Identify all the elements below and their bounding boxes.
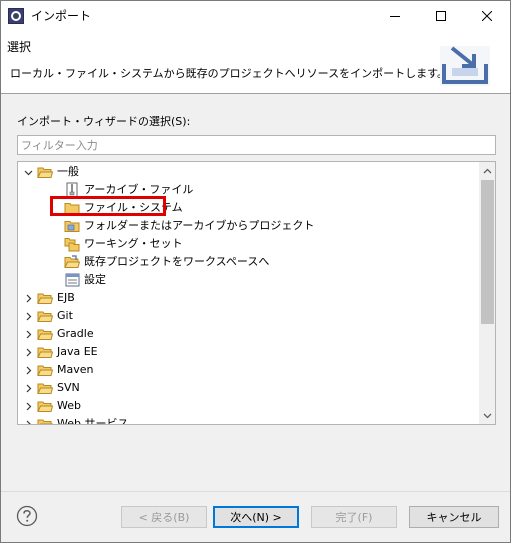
tree-item-gradle[interactable]: Gradle <box>22 325 94 343</box>
wizard-tree[interactable]: 一般 アーカイブ・ファイル ファイル・システム フォルダーまたはアーカイブからプ… <box>17 161 496 425</box>
tree-label: Gradle <box>57 327 94 340</box>
chevron-down-icon[interactable] <box>22 166 34 178</box>
scroll-up-button[interactable] <box>479 162 495 179</box>
cancel-button[interactable]: キャンセル <box>409 506 499 528</box>
back-button[interactable]: < 戻る(B) <box>121 506 207 528</box>
minimize-button[interactable] <box>372 1 418 31</box>
tree-label: 既存プロジェクトをワークスペースへ <box>84 255 270 268</box>
tree-label: SVN <box>57 381 80 394</box>
working-set-icon <box>64 236 80 252</box>
chevron-right-icon[interactable] <box>22 382 34 394</box>
folder-icon <box>37 380 53 396</box>
tree-label: アーカイブ・ファイル <box>84 183 194 196</box>
footer-separator <box>1 491 510 492</box>
maximize-button[interactable] <box>418 1 464 31</box>
highlight-box <box>50 196 166 216</box>
scroll-thumb[interactable] <box>481 180 494 324</box>
banner-title: 選択 <box>7 40 32 54</box>
tree-label: EJB <box>57 291 75 304</box>
chevron-right-icon[interactable] <box>22 310 34 322</box>
chevron-right-icon[interactable] <box>22 346 34 358</box>
tree-item-web[interactable]: Web <box>22 397 81 415</box>
close-button[interactable] <box>464 1 510 31</box>
import-wizard-icon <box>440 46 490 86</box>
tree-item-preferences[interactable]: 設定 <box>61 271 106 289</box>
import-dialog: インポート 選択 ローカル・ファイル・システムから既存のプロジェクトへリソースを… <box>0 0 511 543</box>
tree-item-maven[interactable]: Maven <box>22 361 93 379</box>
tree-label: Web サービス <box>57 417 129 425</box>
title-bar: インポート <box>1 1 510 31</box>
filter-input[interactable] <box>17 135 496 155</box>
tree-item-java-ee[interactable]: Java EE <box>22 343 98 361</box>
preferences-icon <box>64 272 80 288</box>
tree-item-ejb[interactable]: EJB <box>22 289 75 307</box>
tree-label: フォルダーまたはアーカイブからプロジェクト <box>84 219 315 232</box>
help-icon[interactable] <box>16 505 38 527</box>
chevron-right-icon[interactable] <box>22 328 34 340</box>
chevron-right-icon[interactable] <box>22 418 34 424</box>
banner-description: ローカル・ファイル・システムから既存のプロジェクトへリソースをインポートします。 <box>10 67 449 80</box>
folder-icon <box>37 308 53 324</box>
chevron-right-icon[interactable] <box>22 400 34 412</box>
folder-icon <box>37 344 53 360</box>
project-folder-icon <box>64 218 80 234</box>
tree-scrollbar[interactable] <box>479 162 495 424</box>
tree-item-git[interactable]: Git <box>22 307 73 325</box>
folder-icon <box>37 398 53 414</box>
folder-icon <box>37 416 53 424</box>
open-project-icon <box>64 254 80 270</box>
tree-label: Web <box>57 399 81 412</box>
tree-item-existing-project[interactable]: 既存プロジェクトをワークスペースへ <box>61 253 269 271</box>
tree-label: Maven <box>57 363 94 376</box>
minimize-icon <box>390 16 400 17</box>
maximize-icon <box>436 11 446 21</box>
folder-icon <box>37 362 53 378</box>
chevron-down-icon <box>483 413 492 418</box>
chevron-right-icon[interactable] <box>22 292 34 304</box>
close-icon <box>482 11 492 21</box>
folder-icon <box>37 290 53 306</box>
tree-label: Git <box>57 309 73 322</box>
chevron-up-icon <box>483 168 492 173</box>
wizard-banner: 選択 ローカル・ファイル・システムから既存のプロジェクトへリソースをインポートし… <box>1 31 510 94</box>
wizard-select-label: インポート・ウィザードの選択(S): <box>17 115 191 128</box>
tree-item-project-from-folder[interactable]: フォルダーまたはアーカイブからプロジェクト <box>61 217 314 235</box>
scroll-down-button[interactable] <box>479 407 495 424</box>
eclipse-icon <box>8 8 24 24</box>
tree-label: 一般 <box>57 165 79 178</box>
tree-label: 設定 <box>84 273 106 286</box>
next-button[interactable]: 次へ(N) > <box>213 506 299 528</box>
tree-label: ワーキング・セット <box>84 237 183 250</box>
tree-item-general[interactable]: 一般 <box>22 163 79 181</box>
folder-icon <box>37 326 53 342</box>
folder-open-icon <box>37 164 53 180</box>
chevron-right-icon[interactable] <box>22 364 34 376</box>
tree-item-web-services[interactable]: Web サービス <box>22 415 129 425</box>
tree-item-working-set[interactable]: ワーキング・セット <box>61 235 183 253</box>
tree-label: Java EE <box>57 345 98 358</box>
tree-item-svn[interactable]: SVN <box>22 379 80 397</box>
window-title: インポート <box>31 9 92 23</box>
finish-button[interactable]: 完了(F) <box>311 506 397 528</box>
